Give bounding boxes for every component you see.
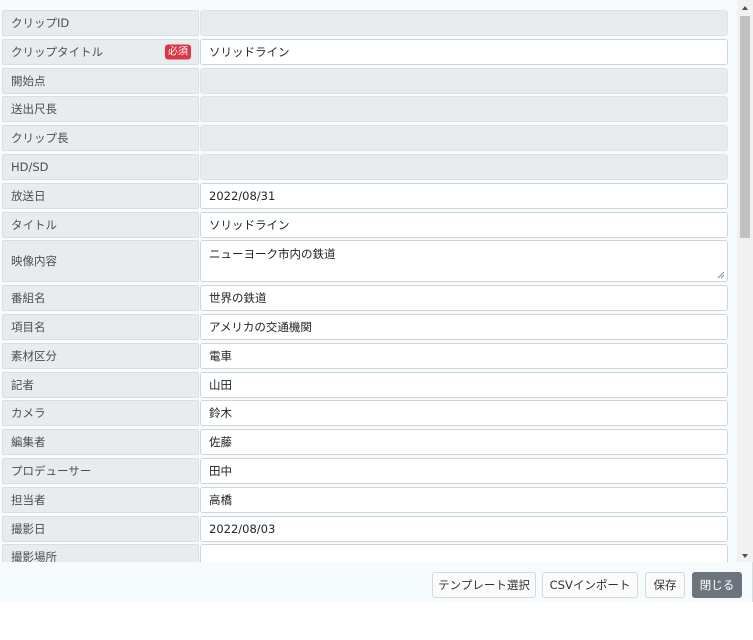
- scroll-up-arrow-icon[interactable]: [737, 0, 753, 14]
- field-label: 開始点: [2, 67, 199, 94]
- field-input[interactable]: ソリッドライン: [200, 211, 728, 238]
- field-input[interactable]: アメリカの交通機関: [200, 314, 728, 340]
- field-input[interactable]: 高橋: [200, 486, 728, 513]
- field-value: 山田: [209, 377, 232, 392]
- field-label: 編集者: [2, 429, 199, 456]
- field-label-text: 項目名: [11, 320, 46, 334]
- form-scroll-area: クリップID クリップタイトル 必須 ソリッドライン 開始点 送出尺長 クリップ長 HD/SD…: [0, 0, 737, 562]
- field-label-text: 番組名: [11, 291, 46, 306]
- field-label-text: カメラ: [11, 406, 46, 421]
- field-label-text: 編集者: [11, 435, 46, 450]
- field-input[interactable]: 2022/08/31: [200, 182, 728, 209]
- field-input[interactable]: [200, 154, 728, 180]
- field-label: クリップタイトル 必須: [2, 38, 199, 65]
- field-label-text: クリップ長: [11, 131, 69, 146]
- field-label-text: 撮影日: [11, 521, 46, 536]
- clip-edit-dialog: クリップID クリップタイトル 必須 ソリッドライン 開始点 送出尺長 クリップ長 HD/SD…: [0, 0, 753, 602]
- field-value: アメリカの交通機関: [209, 320, 312, 334]
- field-value: ソリッドライン: [209, 217, 290, 232]
- field-label: 放送日: [2, 182, 199, 209]
- field-value: 2022/08/31: [209, 188, 276, 203]
- field-input[interactable]: [200, 544, 728, 562]
- field-label: 記者: [2, 371, 199, 398]
- field-label-text: タイトル: [11, 217, 57, 232]
- field-input[interactable]: 電車: [200, 342, 728, 369]
- close-button[interactable]: 閉じる: [692, 572, 742, 598]
- field-input[interactable]: 2022/08/03: [200, 515, 728, 542]
- field-label: 撮影場所: [2, 544, 199, 562]
- field-input[interactable]: 鈴木: [200, 400, 728, 427]
- save-button[interactable]: 保存: [645, 572, 685, 598]
- field-input[interactable]: [200, 67, 728, 94]
- template-select-button[interactable]: テンプレート選択: [432, 572, 536, 598]
- field-label: タイトル: [2, 211, 199, 238]
- field-label: 担当者: [2, 486, 199, 513]
- field-label: クリップID: [2, 10, 199, 36]
- field-label-text: プロデューサー: [11, 464, 92, 478]
- field-value: 高橋: [209, 492, 232, 507]
- field-input[interactable]: 田中: [200, 458, 728, 484]
- field-input[interactable]: [200, 10, 728, 36]
- field-label: カメラ: [2, 400, 199, 427]
- field-label: 番組名: [2, 285, 199, 312]
- field-label-text: クリップタイトル: [11, 44, 103, 59]
- field-label-text: 撮影場所: [11, 550, 57, 562]
- field-value: 佐藤: [209, 435, 232, 450]
- scroll-down-arrow-icon[interactable]: [737, 548, 753, 562]
- field-label-text: 放送日: [11, 188, 46, 203]
- field-value: 電車: [209, 348, 232, 363]
- form-scrollbar[interactable]: [737, 0, 753, 562]
- dialog-footer: テンプレート選択 CSVインポート 保存 閉じる: [0, 562, 752, 602]
- field-label-text: 開始点: [11, 73, 46, 88]
- field-label: クリップ長: [2, 125, 199, 152]
- field-input[interactable]: ソリッドライン: [200, 38, 728, 65]
- field-label: HD/SD: [2, 154, 199, 180]
- backdrop: [0, 602, 753, 640]
- csv-import-button[interactable]: CSVインポート: [542, 572, 638, 598]
- scroll-thumb[interactable]: [740, 16, 750, 238]
- field-input[interactable]: [200, 125, 728, 152]
- field-input[interactable]: [200, 96, 728, 123]
- field-label-text: クリップID: [11, 16, 70, 30]
- field-label-text: 送出尺長: [11, 102, 57, 117]
- field-input[interactable]: 佐藤: [200, 429, 728, 456]
- field-label: プロデューサー: [2, 458, 199, 484]
- resize-grip-icon[interactable]: [717, 271, 725, 279]
- field-textarea[interactable]: ニューヨーク市内の鉄道: [200, 240, 728, 283]
- field-value: ニューヨーク市内の鉄道: [209, 247, 336, 262]
- field-value: 鈴木: [209, 406, 232, 421]
- field-label-text: 担当者: [11, 492, 46, 507]
- field-value: 世界の鉄道: [209, 291, 267, 306]
- field-label-text: HD/SD: [11, 160, 49, 174]
- field-label: 項目名: [2, 314, 199, 340]
- field-label: 映像内容: [2, 240, 199, 283]
- field-value: 2022/08/03: [209, 521, 276, 536]
- field-input[interactable]: 山田: [200, 371, 728, 398]
- field-label: 素材区分: [2, 342, 199, 369]
- required-badge: 必須: [165, 44, 191, 60]
- field-value: ソリッドライン: [209, 44, 290, 59]
- field-label: 撮影日: [2, 515, 199, 542]
- field-input[interactable]: 世界の鉄道: [200, 285, 728, 312]
- field-label-text: 記者: [11, 377, 34, 392]
- field-label-text: 素材区分: [11, 348, 57, 363]
- field-label-text: 映像内容: [11, 254, 57, 269]
- field-value: 田中: [209, 464, 232, 478]
- field-label: 送出尺長: [2, 96, 199, 123]
